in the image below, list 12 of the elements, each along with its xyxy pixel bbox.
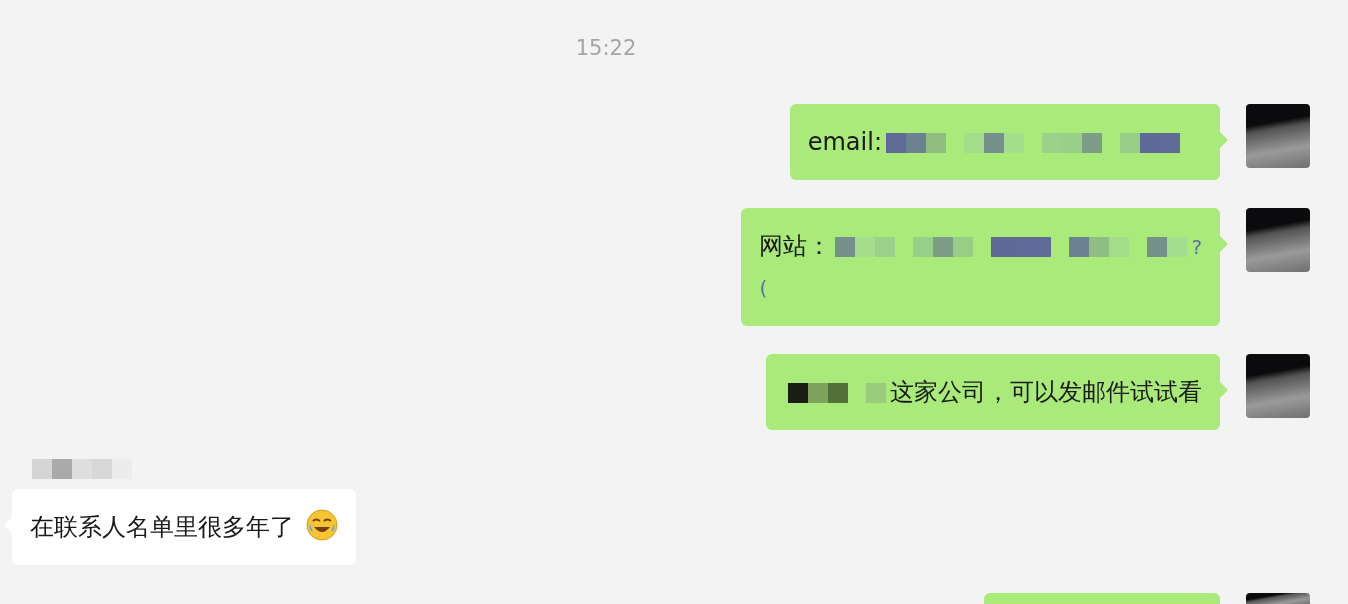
timestamp: 15:22 (575, 36, 637, 60)
avatar-photo-placeholder[interactable] (1246, 104, 1310, 168)
link-text[interactable]: ( (759, 276, 768, 300)
message-text: 网站： (759, 232, 832, 260)
avatar-photo-placeholder[interactable] (1246, 354, 1310, 418)
message-text: 这家公司，可以发邮件试试看 (890, 378, 1202, 406)
link-text[interactable]: ? (1191, 235, 1202, 259)
avatar-photo-placeholder[interactable] (1246, 592, 1310, 604)
message-text: 在联系人名单里很多年了 (30, 512, 294, 541)
message-text: email: (807, 128, 882, 156)
avatar-photo-placeholder[interactable] (1246, 208, 1310, 272)
laughing-face-emoji-icon (306, 508, 338, 541)
